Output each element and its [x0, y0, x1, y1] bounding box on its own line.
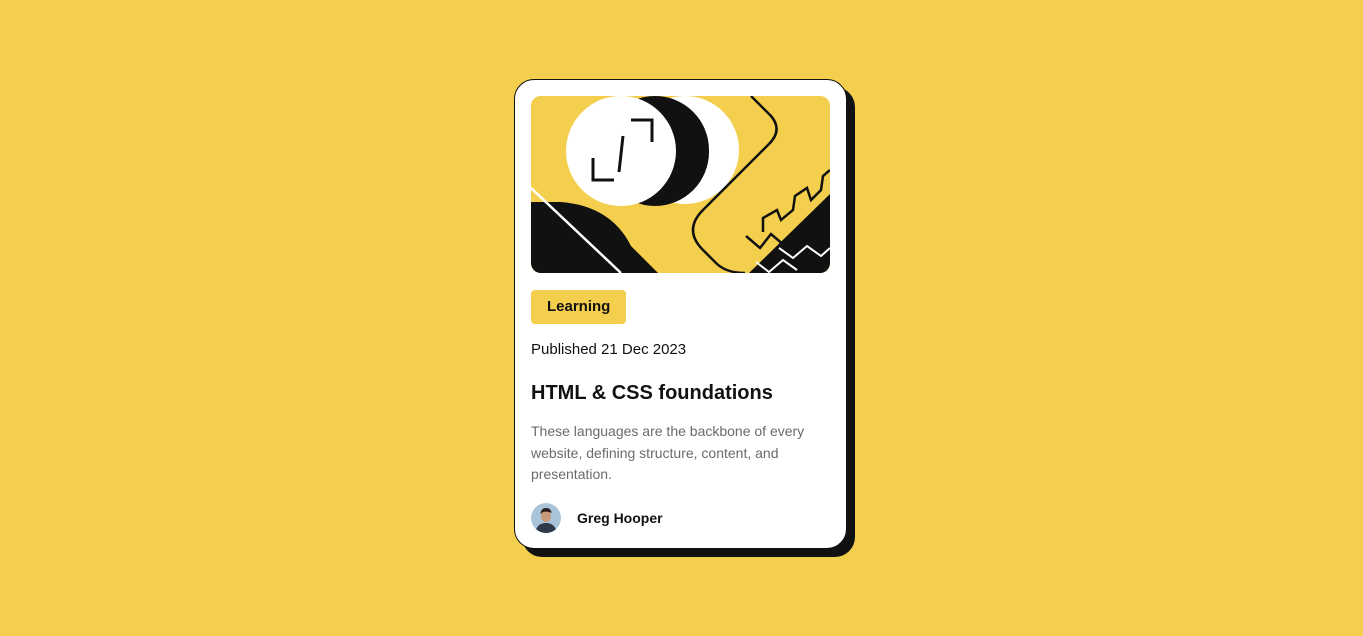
avatar-portrait [531, 503, 561, 533]
avatar [531, 503, 561, 533]
published-date: Published 21 Dec 2023 [531, 341, 687, 358]
author: Greg Hooper [531, 503, 663, 533]
card-title[interactable]: HTML & CSS foundations [531, 381, 830, 405]
card-illustration [531, 96, 830, 273]
category-tag: Learning [531, 290, 627, 324]
blog-preview-card: Learning Published 21 Dec 2023 HTML & CS… [514, 79, 847, 549]
abstract-shapes-illustration [531, 96, 830, 273]
card-description: These languages are the backbone of ever… [531, 423, 805, 482]
author-name[interactable]: Greg Hooper [577, 510, 663, 526]
